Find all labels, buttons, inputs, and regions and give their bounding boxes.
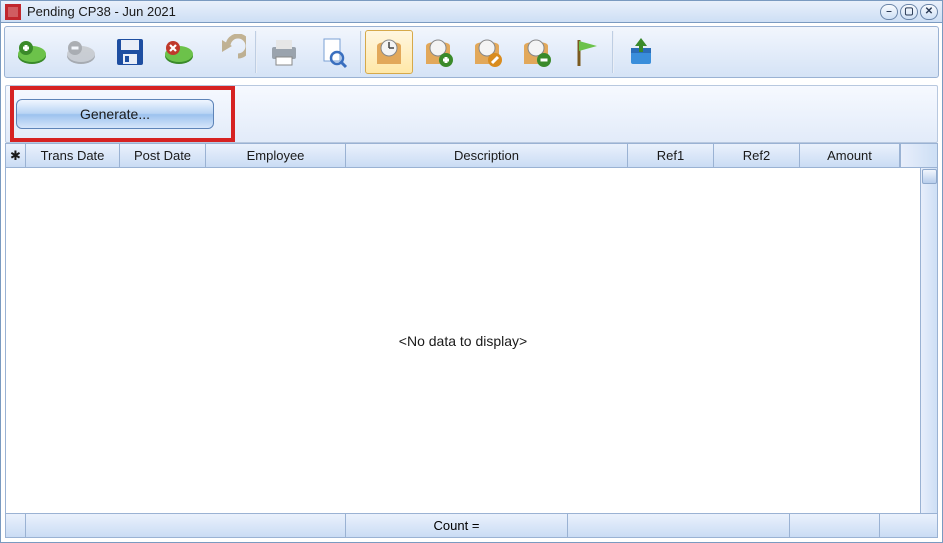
toolbar-separator — [255, 31, 257, 73]
col-ref1[interactable]: Ref1 — [628, 144, 714, 168]
app-icon — [5, 4, 21, 20]
body-area: Generate... ✱ Trans Date Post Date Emplo… — [1, 81, 942, 542]
add-icon[interactable] — [8, 30, 56, 74]
generate-button[interactable]: Generate... — [16, 99, 214, 129]
toolbar-separator — [360, 31, 362, 73]
footer-indicator — [6, 513, 26, 537]
col-ref2[interactable]: Ref2 — [714, 144, 800, 168]
grid-body-wrap: <No data to display> — [6, 168, 937, 513]
toolbar-wrap — [1, 23, 942, 81]
generate-bar: Generate... — [5, 85, 938, 143]
grid-empty-message: <No data to display> — [6, 168, 920, 513]
grid-footer: Count = — [6, 513, 937, 537]
footer-count: Count = — [346, 513, 568, 537]
data-grid: ✱ Trans Date Post Date Employee Descript… — [5, 143, 938, 538]
footer-spacer-mid — [568, 513, 790, 537]
window-controls: – ▢ ✕ — [880, 4, 938, 20]
col-description[interactable]: Description — [346, 144, 628, 168]
grid-header: ✱ Trans Date Post Date Employee Descript… — [6, 144, 937, 168]
footer-spacer-left — [26, 513, 346, 537]
import-icon[interactable] — [617, 30, 665, 74]
footer-amount — [790, 513, 880, 537]
schedule-add-icon[interactable] — [414, 30, 462, 74]
schedule-edit-icon[interactable] — [463, 30, 511, 74]
col-employee[interactable]: Employee — [206, 144, 346, 168]
header-filler — [900, 144, 937, 168]
toolbar-separator — [612, 31, 614, 73]
minimize-button[interactable]: – — [880, 4, 898, 20]
flag-icon[interactable] — [561, 30, 609, 74]
undo-icon[interactable] — [204, 30, 252, 74]
schedule-remove-icon[interactable] — [512, 30, 560, 74]
schedule-icon[interactable] — [365, 30, 413, 74]
remove-icon[interactable] — [57, 30, 105, 74]
col-amount[interactable]: Amount — [800, 144, 900, 168]
maximize-button[interactable]: ▢ — [900, 4, 918, 20]
preview-icon[interactable] — [309, 30, 357, 74]
vertical-scrollbar[interactable] — [920, 168, 937, 513]
save-icon[interactable] — [106, 30, 154, 74]
col-trans-date[interactable]: Trans Date — [26, 144, 120, 168]
discard-icon[interactable] — [155, 30, 203, 74]
footer-filler — [880, 513, 937, 537]
titlebar: Pending CP38 - Jun 2021 – ▢ ✕ — [1, 1, 942, 23]
close-button[interactable]: ✕ — [920, 4, 938, 20]
row-indicator-header[interactable]: ✱ — [6, 144, 26, 168]
col-post-date[interactable]: Post Date — [120, 144, 206, 168]
print-icon[interactable] — [260, 30, 308, 74]
toolbar — [4, 26, 939, 78]
window-root: Pending CP38 - Jun 2021 – ▢ ✕ — [0, 0, 943, 543]
window-title: Pending CP38 - Jun 2021 — [27, 4, 880, 19]
